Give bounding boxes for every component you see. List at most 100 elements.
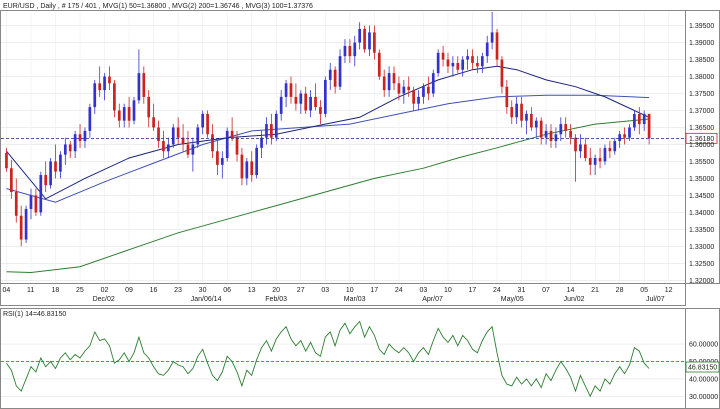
candle-body [186, 144, 190, 155]
price-tick-label: 1.39500 [689, 23, 714, 30]
candle-body [353, 42, 357, 57]
candle-body [628, 127, 631, 138]
candle-body [618, 134, 622, 142]
candle-body [363, 28, 366, 50]
candle-body [593, 158, 597, 165]
month-tick-label: Jan/06/14 [191, 296, 222, 303]
candle-body [211, 134, 214, 152]
rsi-current-label: 46.83150 [688, 365, 717, 372]
candle-body [348, 45, 352, 57]
date-tick-label: 05 [640, 287, 648, 294]
candle-body [485, 42, 489, 57]
candle-body [422, 86, 425, 97]
candle-body [505, 86, 509, 108]
candle-body [10, 168, 13, 192]
date-tick-label: 24 [493, 287, 501, 294]
candle-body [108, 76, 111, 84]
price-tick-label: 1.36500 [689, 125, 714, 132]
candle-body [402, 86, 406, 94]
price-tick-label: 1.38500 [689, 57, 714, 64]
candle-body [461, 59, 465, 70]
price-tick-label: 1.36000 [689, 142, 714, 149]
candle-body [176, 127, 180, 138]
month-tick-label: Jul/07 [646, 296, 665, 303]
candle-body [603, 147, 607, 162]
candle-body [54, 161, 57, 172]
candle-body [549, 130, 553, 142]
candle-body [358, 28, 362, 43]
candle-body [623, 134, 626, 138]
candle-body [49, 161, 52, 186]
candle-body [417, 96, 420, 104]
candle-body [431, 73, 435, 94]
candle-body [569, 130, 572, 138]
candle-body [633, 113, 636, 128]
candle-body [5, 152, 8, 169]
candle-body [427, 86, 430, 94]
candle-body [564, 124, 568, 131]
candle-body [147, 96, 151, 118]
candle-body [642, 113, 646, 125]
candle-body [373, 32, 376, 53]
candle-body [446, 59, 450, 67]
candle-body [142, 73, 146, 97]
candle-body [250, 161, 254, 176]
date-tick-label: 23 [174, 287, 182, 294]
price-tick-label: 1.32000 [689, 278, 714, 285]
price-tick-label: 1.34500 [689, 193, 714, 200]
date-tick-label: 20 [272, 287, 280, 294]
price-tick-label: 1.33500 [689, 227, 714, 234]
month-tick-label: Feb/03 [265, 296, 287, 303]
candle-body [466, 56, 469, 60]
date-tick-label: 10 [444, 287, 452, 294]
candle-body [500, 59, 504, 87]
candle-body [539, 120, 543, 138]
candle-body [284, 83, 288, 97]
candle-body [436, 52, 440, 74]
candle-body [73, 134, 77, 152]
candle-body [495, 32, 499, 60]
candle-body [520, 103, 523, 121]
candle-body [480, 56, 484, 67]
date-tick-label: 17 [469, 287, 477, 294]
date-tick-label: 03 [321, 287, 329, 294]
price-tick-label: 1.37000 [689, 108, 714, 115]
candle-body [63, 144, 67, 155]
candle-body [294, 96, 298, 104]
candle-body [191, 144, 195, 155]
candle-body [608, 147, 612, 152]
date-tick-label: 03 [419, 287, 427, 294]
candle-body [510, 107, 514, 118]
candle-body [574, 137, 577, 152]
month-tick-label: Apr/07 [422, 296, 443, 303]
candle-body [544, 130, 548, 138]
candle-body [240, 154, 244, 179]
date-tick-label: 17 [370, 287, 378, 294]
date-tick-label: 25 [76, 287, 84, 294]
candle-body [274, 113, 278, 138]
candle-body [152, 117, 155, 128]
date-tick-label: 09 [125, 287, 133, 294]
candle-body [534, 120, 538, 128]
candle-body [171, 127, 175, 145]
candle-body [323, 79, 327, 114]
candle-body [525, 113, 528, 121]
month-tick-label: Jun/02 [564, 296, 585, 303]
candle-body [29, 195, 33, 209]
date-tick-label: 27 [297, 287, 305, 294]
candle-body [220, 158, 224, 165]
candle-body [162, 141, 165, 152]
candle-body [235, 137, 239, 155]
candle-body [265, 124, 268, 138]
candle-body [88, 107, 92, 131]
date-tick-label: 12 [665, 287, 673, 294]
candle-body [68, 144, 72, 152]
candle-body [490, 32, 494, 43]
candle-body [122, 107, 126, 121]
candle-body [196, 127, 200, 145]
candle-body [598, 158, 602, 162]
candle-body [117, 110, 121, 121]
candle-body [314, 96, 317, 108]
candle-body [407, 86, 411, 91]
rsi-header: RSI(1) 14=46.83150 [3, 311, 66, 318]
